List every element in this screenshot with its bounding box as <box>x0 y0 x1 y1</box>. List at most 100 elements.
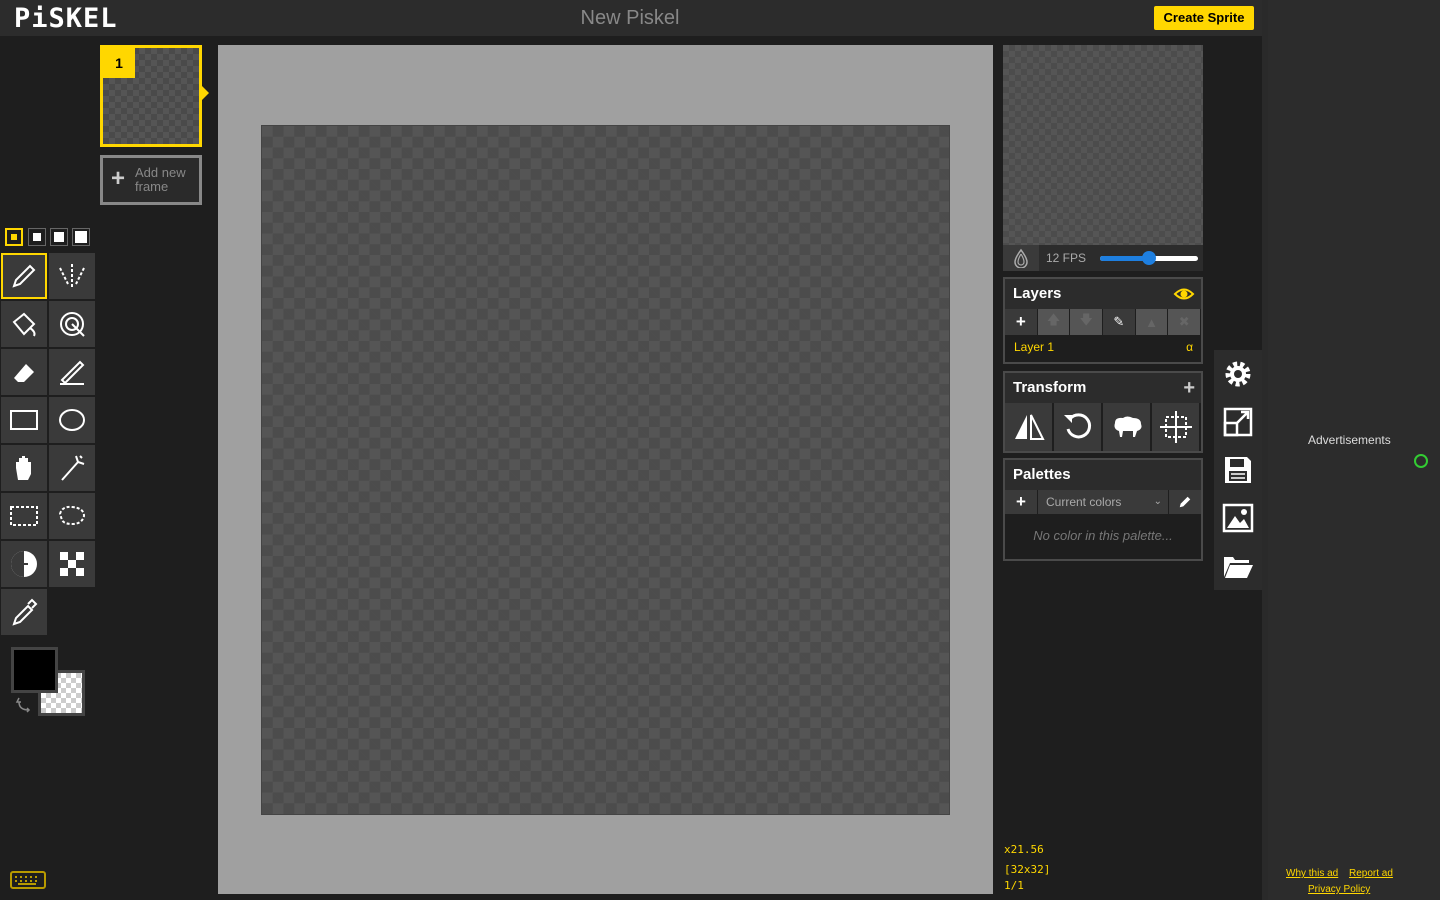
create-sprite-button[interactable]: Create Sprite <box>1154 6 1254 30</box>
center-button[interactable] <box>1152 403 1199 451</box>
flip-button[interactable] <box>1005 403 1052 451</box>
rectangle-icon <box>10 410 38 430</box>
lasso-icon <box>58 505 86 526</box>
frame-thumbnail[interactable]: 1 <box>100 45 202 147</box>
pen-size-2[interactable] <box>28 228 46 246</box>
swap-colors-icon[interactable] <box>15 696 33 714</box>
layer-item[interactable]: Layer 1 α <box>1005 335 1201 360</box>
rotate-icon <box>1063 413 1091 439</box>
circle-tool[interactable] <box>49 397 95 443</box>
lighten-icon <box>11 551 37 577</box>
paint-all-tool[interactable] <box>49 301 95 347</box>
pen-tool[interactable] <box>1 253 47 299</box>
animation-preview[interactable] <box>1003 45 1203 245</box>
pen-size-1[interactable] <box>5 228 23 246</box>
palette-toolbar: + Current colors ⌄ <box>1005 490 1201 514</box>
stroke-icon <box>60 360 85 385</box>
layer-toolbar: + 🡅 🡇 ✎ ▲ ✖ <box>1005 309 1201 335</box>
import-button[interactable] <box>1214 542 1262 590</box>
add-layer-button[interactable]: + <box>1005 309 1037 335</box>
fps-slider[interactable] <box>1100 251 1198 265</box>
circle-icon <box>59 409 85 431</box>
plus-icon[interactable]: + <box>1183 373 1195 403</box>
keyboard-shortcuts-icon[interactable] <box>10 870 46 890</box>
flip-icon <box>1014 414 1045 440</box>
frame-counter: 1/1 <box>1004 879 1024 892</box>
magic-wand-tool[interactable] <box>49 445 95 491</box>
eye-icon[interactable] <box>1173 279 1195 314</box>
add-palette-button[interactable]: + <box>1005 490 1037 514</box>
settings-button[interactable] <box>1214 350 1262 398</box>
why-this-ad-link[interactable]: Why this ad <box>1286 868 1338 879</box>
add-frame-button[interactable]: + Add new frame <box>100 155 202 205</box>
layers-panel: Layers + 🡅 🡇 ✎ ▲ ✖ Layer 1 α <box>1003 277 1203 364</box>
piskel-logo[interactable]: PiSKEL <box>14 3 118 34</box>
transform-tools <box>1005 403 1201 451</box>
onion-skin-toggle[interactable] <box>1003 245 1039 271</box>
canvas-container[interactable] <box>218 45 993 894</box>
resize-button[interactable] <box>1214 398 1262 446</box>
pen-size-4[interactable] <box>72 228 90 246</box>
arrow-down-icon: 🡇 <box>1079 312 1093 327</box>
move-tool[interactable] <box>1 445 47 491</box>
add-frame-label: Add new frame <box>135 165 186 194</box>
fps-slider-thumb[interactable] <box>1142 251 1156 265</box>
gear-icon <box>1225 361 1251 387</box>
pencil-icon <box>1179 496 1191 508</box>
edit-palette-button[interactable] <box>1169 490 1201 514</box>
report-ad-link[interactable]: Report ad <box>1349 868 1393 879</box>
pencil-icon: ✎ <box>1113 314 1125 329</box>
rect-select-icon <box>10 506 38 526</box>
zoom-level: x21.56 <box>1004 843 1044 856</box>
layer-opacity-button[interactable]: α <box>1186 335 1193 360</box>
paint-bucket-tool[interactable] <box>1 301 47 347</box>
palette-select[interactable]: Current colors ⌄ <box>1038 490 1168 514</box>
mirror-pen-tool[interactable] <box>49 253 95 299</box>
palettes-panel: Palettes + Current colors ⌄ No color in … <box>1003 458 1203 561</box>
onion-icon <box>1014 248 1028 268</box>
sprite-size: [32x32] <box>1004 863 1051 876</box>
lighten-tool[interactable] <box>1 541 47 587</box>
eraser-tool[interactable] <box>1 349 47 395</box>
clone-button[interactable] <box>1103 403 1150 451</box>
transform-panel: Transform + <box>1003 371 1203 453</box>
image-icon <box>1222 503 1254 533</box>
export-button[interactable] <box>1214 494 1262 542</box>
chevron-down-icon: ⌄ <box>1153 496 1162 507</box>
ad-choices-icon[interactable] <box>1414 454 1428 468</box>
primary-color-swatch[interactable] <box>11 647 58 693</box>
palettes-title: Palettes <box>1013 466 1071 483</box>
sprite-title[interactable]: New Piskel <box>500 7 760 30</box>
palette-empty-message: No color in this palette... <box>1033 528 1173 543</box>
merge-layer-button[interactable]: ▲ <box>1135 309 1168 335</box>
save-button[interactable] <box>1214 446 1262 494</box>
privacy-policy-link[interactable]: Privacy Policy <box>1308 884 1370 895</box>
rectangle-tool[interactable] <box>1 397 47 443</box>
plus-icon: + <box>1015 312 1026 331</box>
move-layer-down-button[interactable]: 🡇 <box>1070 309 1103 335</box>
ads-panel: Advertisements Why this ad Report ad Pri… <box>1268 0 1440 900</box>
lasso-selection-tool[interactable] <box>49 493 95 539</box>
frame-number: 1 <box>103 48 135 78</box>
folder-open-icon <box>1224 557 1253 578</box>
palette-selected-value: Current colors <box>1046 495 1122 509</box>
palettes-header: Palettes <box>1005 460 1201 490</box>
rotate-button[interactable] <box>1054 403 1101 451</box>
magic-bucket-icon <box>60 312 85 337</box>
move-layer-up-button[interactable]: 🡅 <box>1037 309 1070 335</box>
layer-name: Layer 1 <box>1014 340 1055 354</box>
dithering-tool[interactable] <box>49 541 95 587</box>
pen-size-3[interactable] <box>50 228 68 246</box>
rectangle-selection-tool[interactable] <box>1 493 47 539</box>
plus-icon: + <box>111 165 126 192</box>
color-picker-tool[interactable] <box>1 589 47 635</box>
rename-layer-button[interactable]: ✎ <box>1103 309 1135 335</box>
stroke-tool[interactable] <box>49 349 95 395</box>
top-bar: PiSKEL New Piskel Create Sprite <box>0 0 1262 36</box>
drawing-canvas[interactable] <box>261 125 950 815</box>
sheep-icon <box>1114 416 1141 437</box>
eyedropper-icon <box>12 598 38 626</box>
hand-icon <box>16 456 31 480</box>
transform-title: Transform <box>1013 379 1087 396</box>
plus-icon: + <box>1016 492 1026 511</box>
